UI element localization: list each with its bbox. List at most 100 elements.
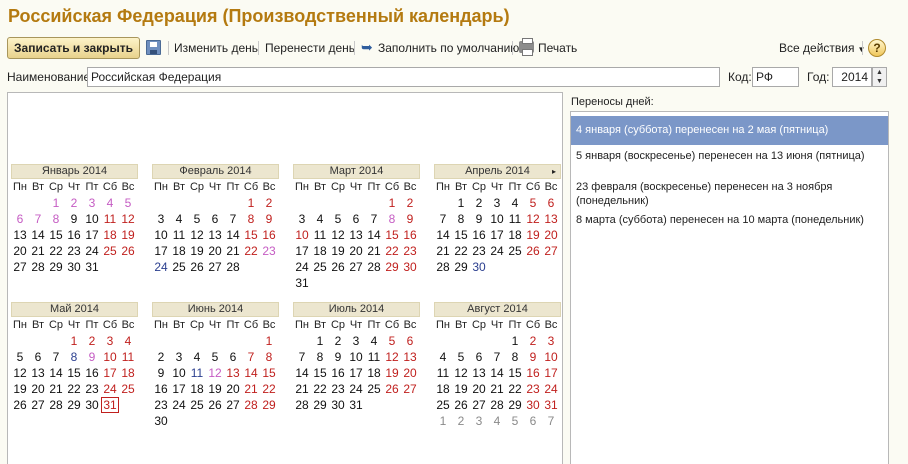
day-cell[interactable]: 3 bbox=[170, 349, 188, 365]
day-cell[interactable]: 28 bbox=[29, 259, 47, 275]
day-cell[interactable]: 14 bbox=[434, 227, 452, 243]
day-cell[interactable]: 24 bbox=[293, 259, 311, 275]
day-cell[interactable]: 31 bbox=[347, 397, 365, 413]
day-cell[interactable]: 17 bbox=[542, 365, 560, 381]
day-cell[interactable]: 13 bbox=[11, 227, 29, 243]
day-cell[interactable]: 8 bbox=[452, 211, 470, 227]
day-cell[interactable]: 1 bbox=[383, 195, 401, 211]
day-cell[interactable]: 5 bbox=[11, 349, 29, 365]
day-cell[interactable]: 5 bbox=[506, 413, 524, 429]
day-cell[interactable]: 24 bbox=[542, 381, 560, 397]
day-cell[interactable]: 3 bbox=[470, 413, 488, 429]
day-cell[interactable]: 27 bbox=[542, 243, 560, 259]
day-cell[interactable]: 18 bbox=[170, 243, 188, 259]
day-cell[interactable]: 1 bbox=[47, 195, 65, 211]
day-cell[interactable]: 15 bbox=[260, 365, 278, 381]
day-cell[interactable]: 7 bbox=[224, 211, 242, 227]
transfer-item[interactable]: 4 января (суббота) перенесен на 2 мая (п… bbox=[571, 116, 888, 145]
day-cell[interactable]: 6 bbox=[524, 413, 542, 429]
day-cell[interactable]: 10 bbox=[347, 349, 365, 365]
day-cell[interactable]: 8 bbox=[260, 349, 278, 365]
day-cell[interactable]: 18 bbox=[119, 365, 137, 381]
day-cell[interactable]: 22 bbox=[506, 381, 524, 397]
day-cell[interactable]: 9 bbox=[152, 365, 170, 381]
day-cell[interactable]: 19 bbox=[188, 243, 206, 259]
day-cell[interactable]: 26 bbox=[206, 397, 224, 413]
day-cell[interactable]: 29 bbox=[506, 397, 524, 413]
day-cell[interactable]: 26 bbox=[524, 243, 542, 259]
day-cell[interactable]: 6 bbox=[347, 211, 365, 227]
day-cell[interactable]: 14 bbox=[29, 227, 47, 243]
day-cell[interactable]: 18 bbox=[188, 381, 206, 397]
day-cell[interactable]: 25 bbox=[311, 259, 329, 275]
day-cell[interactable]: 30 bbox=[65, 259, 83, 275]
day-cell[interactable]: 23 bbox=[470, 243, 488, 259]
day-cell[interactable]: 1 bbox=[65, 333, 83, 349]
day-cell[interactable]: 6 bbox=[206, 211, 224, 227]
day-cell[interactable]: 27 bbox=[11, 259, 29, 275]
day-cell[interactable]: 22 bbox=[260, 381, 278, 397]
day-cell[interactable]: 8 bbox=[311, 349, 329, 365]
day-cell[interactable]: 16 bbox=[470, 227, 488, 243]
day-cell[interactable]: 2 bbox=[152, 349, 170, 365]
day-cell[interactable]: 20 bbox=[470, 381, 488, 397]
day-cell[interactable]: 5 bbox=[119, 195, 137, 211]
day-cell[interactable]: 29 bbox=[65, 397, 83, 413]
day-cell[interactable]: 23 bbox=[401, 243, 419, 259]
day-cell[interactable]: 6 bbox=[11, 211, 29, 227]
day-cell[interactable]: 4 bbox=[119, 333, 137, 349]
day-cell[interactable]: 28 bbox=[47, 397, 65, 413]
day-cell[interactable]: 27 bbox=[206, 259, 224, 275]
day-cell[interactable]: 4 bbox=[365, 333, 383, 349]
day-cell[interactable]: 12 bbox=[206, 365, 224, 381]
day-cell[interactable]: 9 bbox=[329, 349, 347, 365]
day-cell[interactable]: 9 bbox=[260, 211, 278, 227]
day-cell[interactable]: 19 bbox=[11, 381, 29, 397]
day-cell[interactable]: 7 bbox=[434, 211, 452, 227]
day-cell[interactable]: 20 bbox=[29, 381, 47, 397]
day-cell[interactable]: 19 bbox=[452, 381, 470, 397]
day-cell[interactable]: 4 bbox=[170, 211, 188, 227]
day-cell[interactable]: 19 bbox=[383, 365, 401, 381]
day-cell[interactable]: 13 bbox=[401, 349, 419, 365]
day-cell[interactable]: 5 bbox=[383, 333, 401, 349]
day-cell[interactable]: 23 bbox=[65, 243, 83, 259]
day-cell[interactable]: 19 bbox=[119, 227, 137, 243]
day-cell[interactable]: 26 bbox=[11, 397, 29, 413]
day-cell[interactable]: 6 bbox=[29, 349, 47, 365]
day-cell[interactable]: 10 bbox=[83, 211, 101, 227]
day-cell[interactable]: 15 bbox=[47, 227, 65, 243]
day-cell[interactable]: 17 bbox=[152, 243, 170, 259]
day-cell[interactable]: 19 bbox=[329, 243, 347, 259]
day-cell[interactable]: 28 bbox=[434, 259, 452, 275]
transfers-list[interactable]: 4 января (суббота) перенесен на 2 мая (п… bbox=[570, 111, 889, 464]
day-cell[interactable]: 22 bbox=[311, 381, 329, 397]
day-cell[interactable]: 6 bbox=[401, 333, 419, 349]
day-cell[interactable]: 22 bbox=[65, 381, 83, 397]
day-cell[interactable]: 21 bbox=[47, 381, 65, 397]
day-cell[interactable]: 20 bbox=[347, 243, 365, 259]
day-cell[interactable]: 21 bbox=[224, 243, 242, 259]
day-cell[interactable]: 22 bbox=[242, 243, 260, 259]
day-cell[interactable]: 23 bbox=[152, 397, 170, 413]
day-cell[interactable]: 9 bbox=[401, 211, 419, 227]
day-cell[interactable]: 16 bbox=[329, 365, 347, 381]
day-cell[interactable]: 4 bbox=[488, 413, 506, 429]
day-cell[interactable]: 17 bbox=[101, 365, 119, 381]
day-cell[interactable]: 31 bbox=[83, 259, 101, 275]
day-cell[interactable]: 15 bbox=[452, 227, 470, 243]
day-cell[interactable]: 28 bbox=[488, 397, 506, 413]
day-cell[interactable]: 26 bbox=[119, 243, 137, 259]
day-cell[interactable]: 14 bbox=[488, 365, 506, 381]
day-cell[interactable]: 1 bbox=[452, 195, 470, 211]
day-cell[interactable]: 14 bbox=[242, 365, 260, 381]
day-cell[interactable]: 14 bbox=[365, 227, 383, 243]
day-cell[interactable]: 7 bbox=[488, 349, 506, 365]
name-input[interactable]: Российская Федерация bbox=[87, 67, 720, 87]
day-cell[interactable]: 1 bbox=[260, 333, 278, 349]
save-and-close-button[interactable]: Записать и закрыть bbox=[7, 37, 140, 59]
printer-icon[interactable] bbox=[519, 38, 534, 56]
day-cell[interactable]: 9 bbox=[83, 349, 101, 365]
day-cell[interactable]: 12 bbox=[188, 227, 206, 243]
day-cell[interactable]: 18 bbox=[506, 227, 524, 243]
